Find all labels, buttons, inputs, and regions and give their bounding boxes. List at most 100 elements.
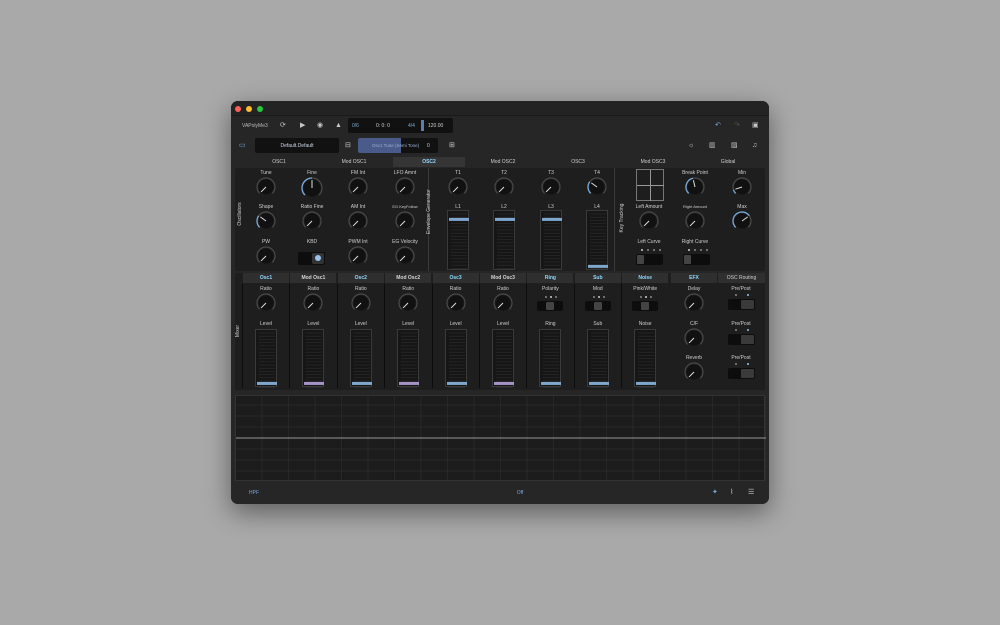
folder-icon[interactable]: ▭ xyxy=(239,142,246,149)
kbd-toggle[interactable] xyxy=(298,252,325,265)
waveform-display[interactable] xyxy=(235,395,766,482)
ratio-knob[interactable] xyxy=(303,293,323,313)
ratio-fine-knob[interactable] xyxy=(302,211,322,231)
channel-level-fader[interactable] xyxy=(634,329,657,388)
prepost-toggle[interactable] xyxy=(728,368,755,379)
menu-icon[interactable]: ☰ xyxy=(748,489,754,496)
channel-level-fader[interactable] xyxy=(586,329,609,388)
right-amount-knob[interactable] xyxy=(685,211,705,231)
eg-velocity-knob[interactable] xyxy=(395,246,415,266)
toggle-thumb xyxy=(741,335,754,344)
t3-knob[interactable] xyxy=(541,177,561,197)
channel-level-fader[interactable] xyxy=(302,329,325,388)
ratio-knob[interactable] xyxy=(256,293,276,313)
tune-knob[interactable] xyxy=(256,177,276,197)
t2-knob[interactable] xyxy=(494,177,514,197)
left-curve-toggle[interactable] xyxy=(636,254,663,265)
channel-level-label: Level xyxy=(497,321,509,327)
t1-knob[interactable] xyxy=(448,177,468,197)
preset-selector[interactable]: Default.Default xyxy=(255,138,339,153)
break-point-knob[interactable] xyxy=(685,177,705,197)
reverb-knob[interactable] xyxy=(684,362,704,382)
channel-level-fader[interactable] xyxy=(492,329,514,388)
channel-header: Mod Osc2 xyxy=(385,273,432,283)
l1-fader[interactable] xyxy=(447,210,469,270)
filter-type[interactable]: HPF xyxy=(249,490,259,496)
shape-knob[interactable] xyxy=(256,211,276,231)
channel-level-fader[interactable] xyxy=(444,329,467,388)
metronome-icon[interactable]: ▲ xyxy=(335,122,342,129)
channel-level-fader[interactable] xyxy=(255,329,277,388)
tab-mod-osc1[interactable]: Mod OSC1 xyxy=(342,159,367,165)
plus-icon[interactable]: ⊞ xyxy=(449,142,455,149)
left-curve-selector[interactable] xyxy=(635,248,663,265)
tab-osc2[interactable]: OSC2 xyxy=(422,159,436,165)
tab-osc1[interactable]: OSC1 xyxy=(272,159,286,165)
redo-icon[interactable]: ↷ xyxy=(734,122,740,129)
minimize-window-button[interactable] xyxy=(246,106,252,112)
prepost-switch[interactable] xyxy=(728,328,756,345)
zoom-window-button[interactable] xyxy=(257,106,263,112)
right-curve-selector[interactable] xyxy=(682,248,710,265)
record-icon[interactable]: ◉ xyxy=(317,122,323,129)
tab-global[interactable]: Global xyxy=(721,159,735,165)
three-way-selector[interactable] xyxy=(631,295,659,312)
pw-knob[interactable] xyxy=(256,246,276,266)
fine-knob[interactable] xyxy=(301,177,323,199)
tab-mod-osc2[interactable]: Mod OSC2 xyxy=(491,159,516,165)
eg-keyfollow-knob[interactable] xyxy=(395,211,415,231)
lfo-amnt-knob[interactable] xyxy=(395,177,415,197)
prepost-switch[interactable] xyxy=(728,362,756,379)
prepost-label: Pre/Post xyxy=(731,286,751,292)
chart-icon[interactable]: ⌇ xyxy=(730,489,733,496)
channel-level-fader[interactable] xyxy=(349,329,372,388)
selector-toggle[interactable] xyxy=(537,301,564,311)
sidebar-icon[interactable]: ▣ xyxy=(752,122,759,129)
cf-knob[interactable] xyxy=(684,328,704,348)
max-knob[interactable] xyxy=(732,211,752,231)
pwm-int-knob[interactable] xyxy=(348,246,368,266)
ratio-knob[interactable] xyxy=(351,293,371,313)
tab-mod-osc3[interactable]: Mod OSC3 xyxy=(641,159,666,165)
ratio-knob[interactable] xyxy=(493,293,513,313)
prepost-switch[interactable] xyxy=(728,293,756,310)
selector-toggle[interactable] xyxy=(632,301,659,311)
position-readout: 0: 0: 0 xyxy=(376,123,390,129)
prepost-toggle[interactable] xyxy=(728,299,755,310)
undo-icon[interactable]: ↶ xyxy=(715,122,721,129)
channel-level-fader[interactable] xyxy=(397,329,420,388)
ratio-knob[interactable] xyxy=(398,293,418,313)
three-way-selector[interactable] xyxy=(536,295,564,312)
prepost-toggle[interactable] xyxy=(728,334,755,345)
close-window-button[interactable] xyxy=(235,106,241,112)
star-icon[interactable]: ✦ xyxy=(712,489,718,496)
l2-fader[interactable] xyxy=(493,210,515,270)
am-int-knob[interactable] xyxy=(348,211,368,231)
selector-toggle[interactable] xyxy=(584,301,611,311)
delay-knob[interactable] xyxy=(684,293,704,313)
sun-icon[interactable]: ☼ xyxy=(688,142,694,149)
minus-icon[interactable]: ⊟ xyxy=(345,142,351,149)
tempo-readout[interactable]: 120.00 xyxy=(428,123,443,129)
image-icon[interactable]: ▨ xyxy=(731,142,738,149)
status-text[interactable]: Off xyxy=(517,490,524,496)
channel-top-label: Pink/White xyxy=(633,286,658,292)
toggle-thumb xyxy=(741,369,754,378)
l3-fader[interactable] xyxy=(540,210,562,270)
key-tracking-curve[interactable] xyxy=(636,169,664,201)
keyboard-icon[interactable]: ▥ xyxy=(709,142,716,149)
min-knob[interactable] xyxy=(732,177,752,197)
play-icon[interactable]: ▶ xyxy=(300,122,305,129)
ratio-knob[interactable] xyxy=(446,293,466,313)
fm-int-knob[interactable] xyxy=(348,177,368,197)
right-curve-toggle[interactable] xyxy=(683,254,710,265)
channel-level-fader[interactable] xyxy=(539,329,562,388)
time-signature[interactable]: 4/4 xyxy=(408,123,415,129)
loop-icon[interactable]: ⟳ xyxy=(280,122,286,129)
t4-knob[interactable] xyxy=(587,177,607,197)
tuner-icon[interactable]: ♫ xyxy=(752,142,757,149)
tab-osc3[interactable]: OSC3 xyxy=(571,159,585,165)
l4-fader[interactable] xyxy=(586,210,608,270)
three-way-selector[interactable] xyxy=(584,295,612,312)
left-amount-knob[interactable] xyxy=(639,211,659,231)
